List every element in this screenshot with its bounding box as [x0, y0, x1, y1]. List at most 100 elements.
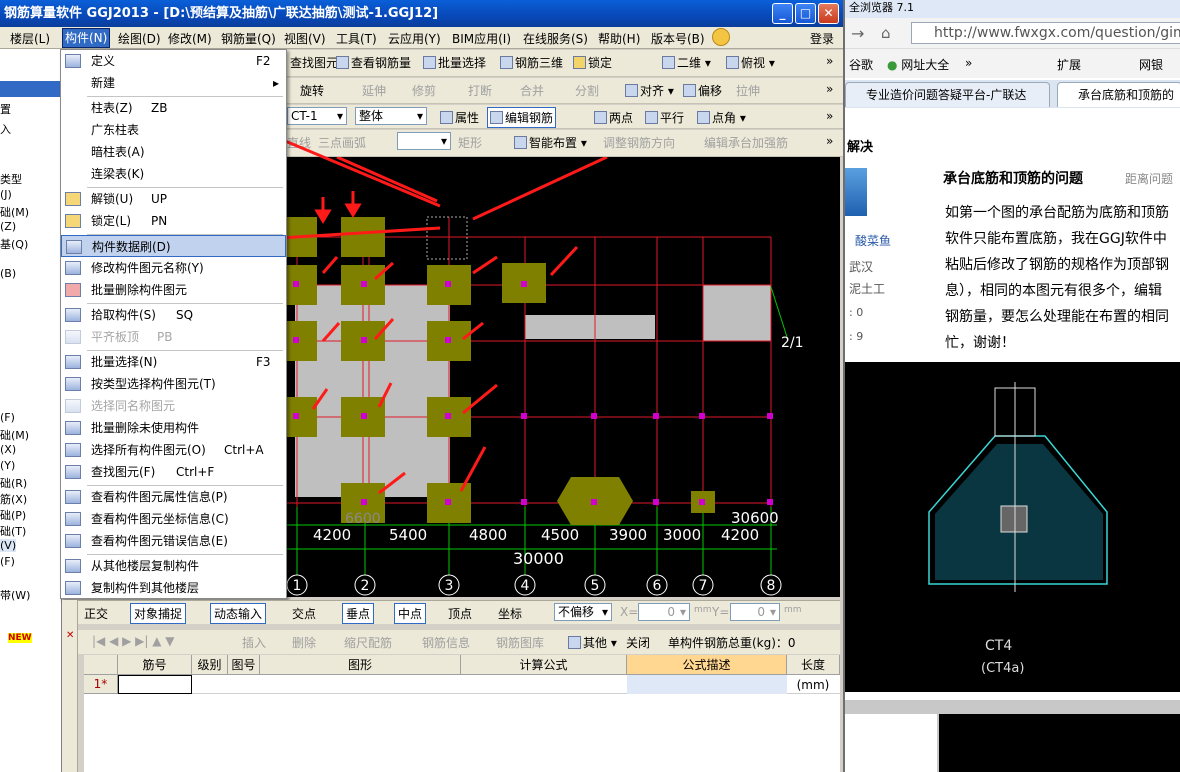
menu-item-select-by-type[interactable]: 按类型选择构件图元(T) [61, 373, 286, 395]
close-button[interactable]: ✕ [818, 3, 839, 24]
offset-button[interactable]: 偏移 [683, 82, 722, 99]
tree-item[interactable]: (X) [0, 443, 16, 456]
col-header[interactable]: 公式描述 [627, 655, 787, 675]
delete-button[interactable]: 删除 [292, 634, 316, 651]
menu-item-align-slab-top[interactable]: 平齐板顶 PB [61, 326, 286, 348]
menu-item-batch-delete[interactable]: 批量删除构件图元 [61, 279, 286, 301]
slab-area[interactable] [703, 285, 771, 341]
other-button[interactable]: 其他 ▾ [568, 634, 617, 651]
menu-item-data-brush[interactable]: 构件数据刷(D) [61, 235, 286, 257]
col-header[interactable]: 筋号 [118, 655, 192, 675]
tree-item[interactable]: (F) [0, 555, 15, 568]
avatar[interactable] [845, 168, 867, 216]
toolbar-overflow-icon[interactable]: » [826, 54, 833, 68]
menu-item-view-coords[interactable]: 查看构件图元坐标信息(C) [61, 508, 286, 530]
forward-icon[interactable]: → [851, 24, 864, 43]
vertex-snap[interactable]: 顶点 [448, 605, 472, 622]
menu-item-pick[interactable]: 拾取构件(S) SQ [61, 304, 286, 326]
tree-item[interactable]: (J) [0, 188, 12, 201]
view-2d-select[interactable]: 二维 ▾ [662, 54, 711, 71]
toolbar-overflow-icon[interactable]: » [826, 134, 833, 148]
col-header[interactable]: 图形 [260, 655, 461, 675]
menu-item-new[interactable]: 新建 ▸ [61, 72, 286, 94]
point-angle-button[interactable]: 点角 ▾ [697, 109, 746, 126]
tree-item[interactable]: 带(W) [0, 587, 30, 603]
netbank-button[interactable]: 网银 [1139, 56, 1163, 73]
menu-item-rename[interactable]: 修改构件图元名称(Y) [61, 257, 286, 279]
menu-item-copy-to-floor[interactable]: 复制构件到其他楼层 [61, 577, 286, 599]
home-icon[interactable]: ⌂ [881, 24, 891, 42]
login-link[interactable]: 登录 [810, 30, 834, 47]
tab-current[interactable]: 承台底筋和顶筋的 [1057, 82, 1180, 107]
menu-item-unlock[interactable]: 解锁(U) UP [61, 188, 286, 210]
nav-arrows[interactable]: |◀ ◀ ▶ ▶| ▲ ▼ [92, 634, 175, 648]
edit-cap-button[interactable]: 编辑承台加强筋 [704, 134, 788, 151]
chevron-icon[interactable]: » [965, 56, 972, 70]
bookmark-item[interactable]: ● 网址大全 [887, 56, 949, 73]
coordinate-snap[interactable]: 坐标 [498, 605, 522, 622]
col-header[interactable]: 计算公式 [461, 655, 627, 675]
offset-select[interactable]: 不偏移 [554, 603, 612, 621]
perpendicular-snap[interactable]: 垂点 [342, 603, 375, 624]
rebar-library-button[interactable]: 钢筋图库 [496, 634, 544, 651]
y-input[interactable]: 0 [730, 603, 780, 621]
slab-area[interactable] [525, 315, 655, 339]
tree-item[interactable]: 基(Q) [0, 236, 28, 252]
menu-item-view-errors[interactable]: 查看构件图元错误信息(E) [61, 530, 286, 552]
menu-item-find[interactable]: 查找图元(F) Ctrl+F [61, 461, 286, 483]
tree-item[interactable]: 入 [0, 121, 11, 137]
menu-item-lock[interactable]: 锁定(L) PN [61, 210, 286, 232]
menu-item-view-props[interactable]: 查看构件图元属性信息(P) [61, 486, 286, 508]
tree-item[interactable]: 置 [0, 101, 11, 117]
maximize-button[interactable]: □ [795, 3, 816, 24]
x-input[interactable]: 0 [638, 603, 690, 621]
col-header[interactable]: 长度(mm) [787, 655, 840, 692]
col-header[interactable]: 图号 [228, 655, 260, 675]
tree-item[interactable]: 础(T) [0, 523, 26, 539]
tree-item[interactable]: 筋(X) [0, 491, 27, 507]
table-cell[interactable] [118, 675, 192, 694]
menu-item-define[interactable]: 定义 F2 [61, 50, 286, 72]
object-snap-toggle[interactable]: 对象捕捉 [130, 603, 187, 624]
midpoint-snap[interactable]: 中点 [394, 603, 427, 624]
view-top-select[interactable]: 俯视 ▾ [726, 54, 775, 71]
ortho-toggle[interactable]: 正交 [84, 605, 108, 622]
tab-question-platform[interactable]: 专业造价问题答疑平台-广联达 [845, 82, 1050, 107]
tree-item[interactable]: 础(M) [0, 427, 29, 443]
menu-item-hidden-column-table[interactable]: 暗柱表(A) [61, 141, 286, 163]
close-icon[interactable]: ✕ [66, 630, 74, 641]
address-bar[interactable]: http://www.fwxgx.com/question/gimo [911, 22, 1180, 44]
menu-item-select-all[interactable]: 选择所有构件图元(O) Ctrl+A [61, 439, 286, 461]
tree-item[interactable]: 础(P) [0, 507, 26, 523]
dynamic-input-toggle[interactable]: 动态输入 [210, 603, 267, 624]
user-name[interactable]: 酸菜鱼 [855, 232, 891, 249]
tree-item[interactable]: (Y) [0, 459, 15, 472]
tree-item[interactable]: 础(R) [0, 475, 27, 491]
menu-item-batch-select[interactable]: 批量选择(N) F3 [61, 351, 286, 373]
tree-item[interactable]: 类型 [0, 171, 22, 187]
toolbar-overflow-icon[interactable]: » [826, 109, 833, 123]
slab-area[interactable] [295, 285, 450, 497]
menu-floor[interactable]: 楼层(L) [10, 30, 50, 47]
tree-item[interactable]: (B) [0, 267, 16, 280]
tree-item[interactable]: (F) [0, 411, 15, 424]
extensions-button[interactable]: 扩展 [1057, 56, 1081, 73]
menu-item-select-same-name[interactable]: 选择同名称图元 [61, 395, 286, 417]
toolbar-overflow-icon[interactable]: » [826, 82, 833, 96]
stretch-button[interactable]: 拉伸 [736, 82, 760, 99]
menu-item-gd-column-table[interactable]: 广东柱表 [61, 119, 286, 141]
align-button[interactable]: 对齐 ▾ [625, 82, 674, 99]
tree-item[interactable]: (V) [0, 539, 17, 552]
menu-item-copy-from-floor[interactable]: 从其他楼层复制构件 [61, 555, 286, 577]
bookmark-item[interactable]: 谷歌 [849, 56, 873, 73]
menu-item-link-beam-table[interactable]: 连梁表(K) [61, 163, 286, 185]
scale-rebar-button[interactable]: 缩尺配筋 [344, 634, 392, 651]
parallel-button[interactable]: 平行 [645, 109, 684, 126]
menu-item-delete-unused[interactable]: 批量删除未使用构件 [61, 417, 286, 439]
smiley-icon[interactable] [712, 28, 730, 46]
tree-item[interactable]: 础(M) [0, 204, 29, 220]
insert-button[interactable]: 插入 [242, 634, 266, 651]
menu-item-column-table[interactable]: 柱表(Z) ZB [61, 97, 286, 119]
intersect-snap[interactable]: 交点 [292, 605, 316, 622]
rebar-info-button[interactable]: 钢筋信息 [422, 634, 470, 651]
